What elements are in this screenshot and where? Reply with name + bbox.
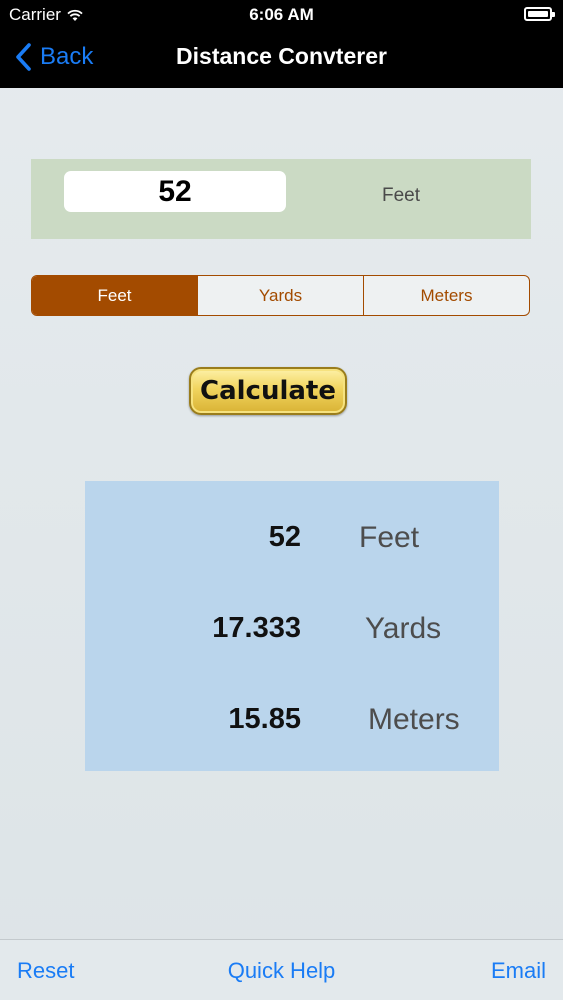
quick-help-button[interactable]: Quick Help [212, 958, 352, 984]
bottom-toolbar: Reset Quick Help Email [0, 939, 563, 1000]
results-panel: 52 Feet 17.333 Yards 15.85 Meters [85, 481, 499, 771]
page-title: Distance Convterer [176, 43, 387, 69]
battery-icon [524, 7, 555, 21]
result-value-yards: 17.333 [212, 612, 301, 644]
unit-segmented-control: Feet Yards Meters [31, 275, 530, 316]
result-unit-yards: Yards [365, 612, 442, 645]
result-value-meters: 15.85 [228, 703, 301, 735]
segment-yards[interactable]: Yards [197, 276, 363, 315]
result-unit-meters: Meters [368, 703, 460, 736]
result-value-feet: 52 [268, 521, 301, 553]
calculate-button[interactable]: Calculate [189, 367, 347, 415]
input-panel: Feet [31, 159, 531, 239]
email-button[interactable]: Email [491, 958, 546, 984]
reset-button[interactable]: Reset [17, 958, 74, 984]
segment-meters[interactable]: Meters [363, 276, 529, 315]
input-unit-label: Feet [381, 185, 421, 206]
distance-input[interactable] [64, 171, 286, 212]
navigation-bar: Carrier 6:06 AM Back Distance Convterer [0, 0, 563, 88]
result-unit-feet: Feet [359, 521, 420, 554]
status-time: 6:06 AM [249, 5, 314, 24]
segment-feet[interactable]: Feet [32, 276, 197, 315]
